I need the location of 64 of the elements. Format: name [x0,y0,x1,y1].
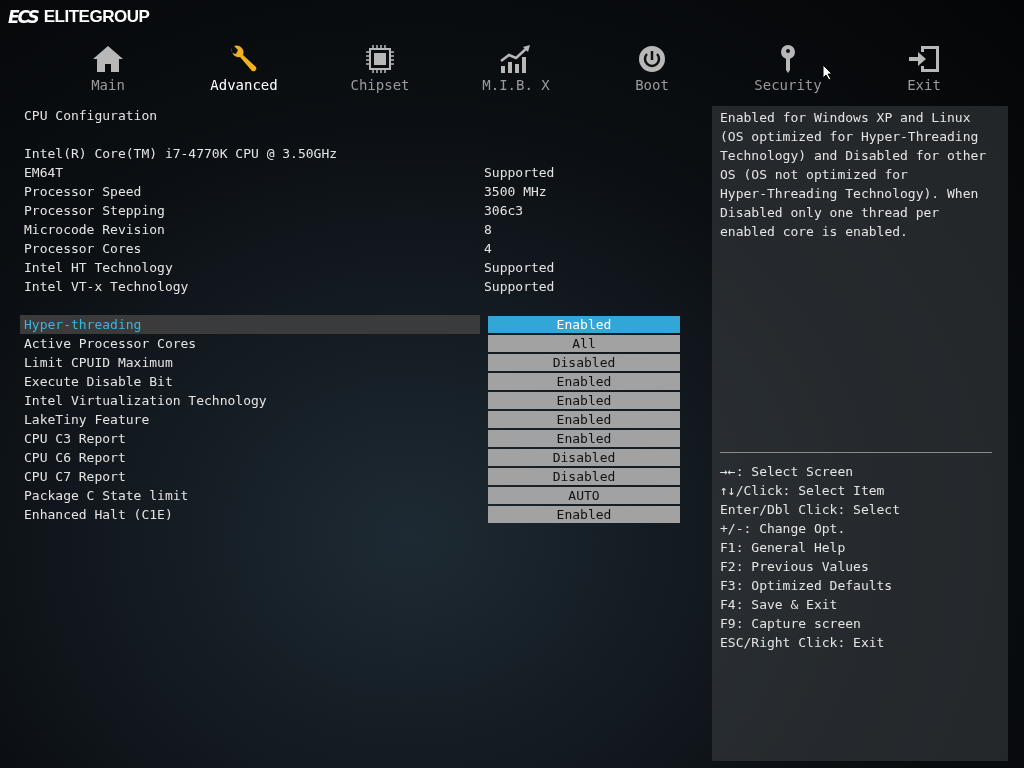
key-hint: F1: General Help [720,539,847,557]
info-label: Processor Speed [23,183,143,201]
option-value[interactable]: Enabled [488,411,680,428]
info-value: 306c3 [484,203,524,218]
option-value[interactable]: Disabled [488,449,680,466]
setting-label[interactable]: Hyper-threading [20,315,480,334]
setting-label[interactable]: Execute Disable Bit [20,372,480,391]
nav-tab[interactable]: Exit [856,44,992,93]
option-value[interactable]: Enabled [488,430,680,447]
exit-door-icon [907,44,941,74]
setting-label[interactable]: Package C State limit [20,486,480,505]
key-hint: Enter/Dbl Click: Select [720,501,901,519]
option-value[interactable]: Enabled [488,392,680,409]
chip-icon [365,44,395,74]
key-hint: F3: Optimized Defaults [720,577,894,595]
nav-tab[interactable]: Main [40,44,176,93]
option-value[interactable]: Disabled [488,468,680,485]
help-description: Enabled for Windows XP and Linux (OS optimized for Hyper-Threading Technology) and Disabled for other OS (OS not optimized for Hyper-Threading Technology). When Disabled only one thread per enabled core is enabled. [720,109,988,241]
info-value: 8 [484,222,492,237]
info-value: Supported [484,279,555,294]
option-value[interactable]: Enabled [488,373,680,390]
nav-tab[interactable]: Boot [584,44,720,93]
setting-label[interactable]: Active Processor Cores [20,334,480,353]
nav-tab[interactable]: Security [720,44,856,93]
key-hint: F9: Capture screen [720,615,862,633]
power-icon [637,44,667,74]
key-hint: →←: Select Screen [720,463,855,481]
option-value[interactable]: All [488,335,680,352]
key-hint: ESC/Right Click: Exit [720,634,886,652]
info-label: Processor Stepping [23,202,166,220]
key-hint: F2: Previous Values [720,558,870,576]
info-value: 4 [484,241,492,256]
processor-name: Intel(R) Core(TM) i7-4770K CPU @ 3.50GHz [23,145,339,163]
info-value: Supported [484,260,555,275]
nav-tab[interactable]: M.I.B. X [448,44,584,93]
logo-text: ELITEGROUP [43,7,150,27]
key-hint: F4: Save & Exit [720,596,839,614]
info-label: EM64T [23,164,65,182]
info-label: Intel VT-x Technology [23,278,190,296]
info-value: 3500 MHz [484,184,547,199]
setting-label[interactable]: CPU C6 Report [20,448,480,467]
nav-tab[interactable]: Chipset [312,44,448,93]
info-label: Processor Cores [23,240,143,258]
setting-label[interactable]: LakeTiny Feature [20,410,480,429]
info-label: Intel HT Technology [23,259,174,277]
house-icon [91,44,125,74]
setting-label[interactable]: Enhanced Halt (C1E) [20,505,480,524]
info-label: Microcode Revision [23,221,166,239]
setting-label[interactable]: CPU C3 Report [20,429,480,448]
option-value[interactable]: Disabled [488,354,680,371]
key-icon [778,44,798,74]
nav-tab[interactable]: Advanced [176,44,312,93]
bar-chart-icon [499,44,533,74]
section-title: CPU Configuration [23,107,159,125]
option-value[interactable]: Enabled [488,506,680,523]
info-value: Supported [484,165,555,180]
key-hint: +/-: Change Opt. [720,520,847,538]
option-value[interactable]: AUTO [488,487,680,504]
setting-label[interactable]: CPU C7 Report [20,467,480,486]
setting-label[interactable]: Intel Virtualization Technology [20,391,480,410]
mouse-cursor-icon [822,64,833,81]
key-hint: ↑↓/Click: Select Item [720,482,886,500]
logo-mark: ECS [8,7,38,27]
setting-label[interactable]: Limit CPUID Maximum [20,353,480,372]
